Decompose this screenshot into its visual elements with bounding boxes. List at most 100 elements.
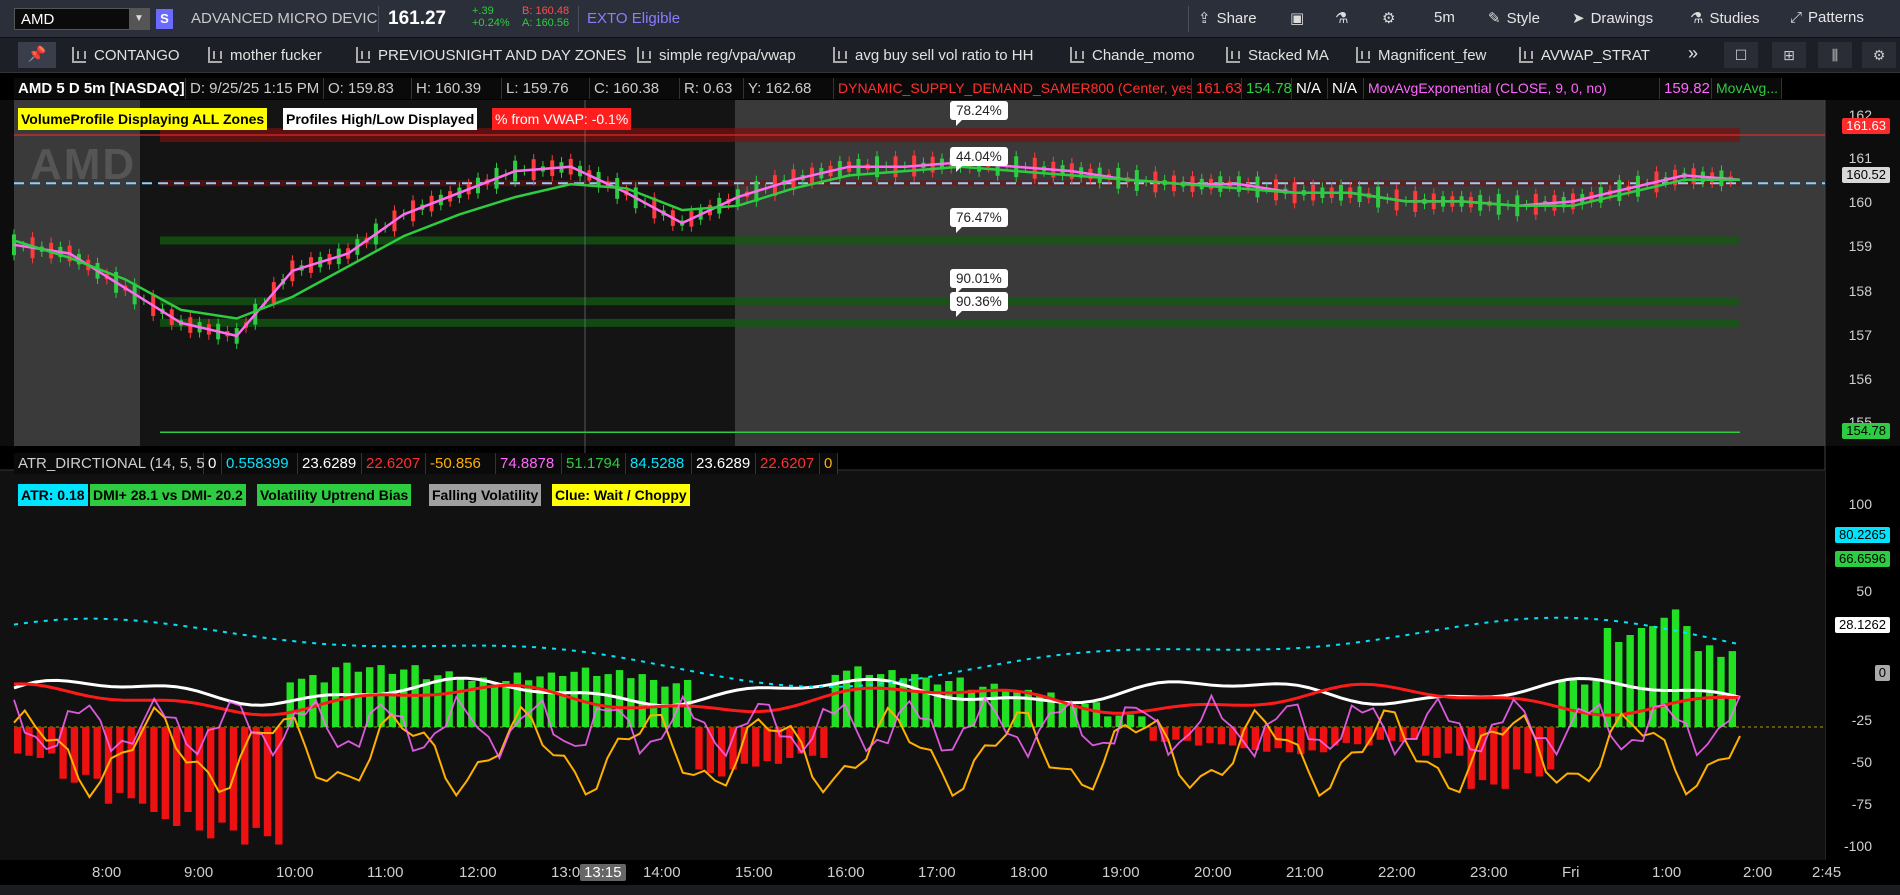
price-label-161-63: 161.63 [1842, 118, 1890, 134]
atr-histogram-bar [1501, 727, 1509, 789]
atr-histogram-bar [638, 674, 646, 727]
settings-button[interactable]: ⚙ [1382, 9, 1401, 27]
study-label: mother fucker [230, 47, 322, 64]
atr-val-2: 23.6289 [298, 453, 362, 474]
study-chande[interactable]: Chande_momo [1070, 47, 1195, 64]
style-button[interactable]: ✎ Style [1488, 9, 1540, 27]
grid-icon: ▣ [1290, 10, 1305, 27]
settings-icon[interactable]: ⚙ [1862, 42, 1896, 68]
lab-button[interactable]: ⚗ [1335, 9, 1354, 27]
atr-histogram-bar [1592, 681, 1600, 727]
atr-histogram-bar [763, 727, 771, 761]
study-label: PREVIOUSNIGHT AND DAY ZONES [378, 47, 627, 64]
supply-demand-study: DYNAMIC_SUPPLY_DEMAND_SAMER800 (Center, … [834, 78, 1192, 99]
study-avg-buy-sell[interactable]: avg buy sell vol ratio to HH [833, 47, 1033, 64]
flexible-grid-button[interactable]: ▣ [1290, 9, 1310, 27]
study-avwap[interactable]: AVWAP_STRAT [1519, 47, 1650, 64]
symbol-dropdown-icon[interactable]: ▼ [129, 9, 149, 29]
atr-val-4: -50.856 [426, 453, 496, 474]
atr-histogram-bar [911, 674, 919, 727]
study-icon [1356, 47, 1370, 63]
percent-bubble-1: 78.24% [950, 101, 1008, 126]
atr-histogram-bar [14, 727, 22, 754]
style-icon: ✎ [1488, 10, 1501, 27]
atr-histogram-bar [752, 727, 760, 767]
study-icon [72, 47, 86, 63]
atr-histogram-bar [1490, 727, 1498, 785]
osc-label-80: 80.2265 [1835, 527, 1890, 543]
atr-histogram-bar [979, 686, 987, 727]
drawings-button[interactable]: ➤ Drawings [1572, 9, 1653, 27]
more-studies-button[interactable]: » [1688, 43, 1698, 64]
study-simple-reg[interactable]: simple reg/vpa/vwap [637, 47, 796, 64]
atr-val-9: 22.6207 [756, 453, 820, 474]
study-stacked-ma[interactable]: Stacked MA [1226, 47, 1329, 64]
atr-histogram-bar [1353, 727, 1362, 745]
single-layout-icon[interactable]: ☐ [1724, 42, 1758, 68]
atr-histogram-bar [1512, 727, 1521, 770]
mavg-study: MovAvgExponential (CLOSE, 9, 0, no) [1364, 78, 1660, 99]
atr-histogram-bar [842, 670, 851, 727]
atr-val-0: 0 [204, 453, 222, 474]
study-label: Magnificent_few [1378, 47, 1487, 64]
timeframe-button[interactable]: 5m [1434, 9, 1455, 26]
time-label-11: 18:00 [1010, 864, 1048, 881]
atr-histogram-bar [581, 667, 590, 727]
atr-histogram-bar [1206, 727, 1214, 743]
time-label-10: 17:00 [918, 864, 956, 881]
sd-value-2: 154.78 [1242, 78, 1292, 99]
pin-icon[interactable]: 📌 [18, 42, 56, 68]
profiles-badge: Profiles High/Low Displayed [283, 108, 478, 130]
s-badge[interactable]: S [156, 9, 173, 29]
atr-histogram-bar [1319, 727, 1328, 753]
atr-pane-bg [0, 470, 1825, 860]
percent-bubble-4: 90.01% [950, 269, 1008, 294]
atr-histogram-bar [331, 667, 340, 727]
na-value-1: N/A [1292, 78, 1328, 99]
study-magnificent[interactable]: Magnificent_few [1356, 47, 1486, 64]
bars-icon[interactable]: ⫼ [1818, 42, 1852, 68]
atr-pane [0, 469, 1825, 860]
atr-histogram-bar [1149, 727, 1157, 741]
study-label: Chande_momo [1092, 47, 1195, 64]
time-label-14: 21:00 [1286, 864, 1324, 881]
study-label: simple reg/vpa/vwap [659, 47, 796, 64]
atr-histogram-bar [1376, 727, 1384, 740]
cursor-time-label: 13:15 [580, 864, 626, 881]
study-icon [1070, 47, 1084, 63]
mavg-value: 159.82 [1660, 78, 1712, 99]
atr-study-title: ATR_DIRCTIONAL (14, 5, 5) [14, 453, 210, 474]
atr-histogram-bar [161, 727, 169, 819]
na-value-2: N/A [1328, 78, 1364, 99]
bottom-status-strip [0, 885, 1900, 895]
bias-badge: Volatility Uptrend Bias [257, 484, 412, 506]
axis-157: 157 [1848, 327, 1872, 343]
percent-bubble-3: 76.47% [950, 208, 1008, 233]
price-label-154-78: 154.78 [1842, 423, 1890, 439]
study-label: avg buy sell vol ratio to HH [855, 47, 1034, 64]
flask-icon: ⚗ [1690, 10, 1704, 27]
study-prevnight[interactable]: PREVIOUSNIGHT AND DAY ZONES [356, 47, 626, 64]
study-contango[interactable]: CONTANGO [72, 47, 180, 64]
atr-histogram-bar [1581, 684, 1589, 727]
atr-histogram-bar [127, 727, 135, 799]
percent-bubble-5: 90.36% [950, 292, 1008, 317]
atr-val-5: 74.8878 [496, 453, 562, 474]
atr-histogram-bar [945, 681, 953, 727]
studies-label: Studies [1709, 10, 1760, 27]
time-label-8: 15:00 [735, 864, 773, 881]
studies-button[interactable]: ⚗ Studies [1690, 9, 1760, 27]
axis-160: 160 [1848, 194, 1872, 210]
bar-date: D: 9/25/25 1:15 PM [186, 78, 324, 99]
price-change-pct: +0.24% [472, 17, 510, 29]
atr-histogram-bar [25, 727, 33, 756]
top-toolbar: AMD ▼ S ADVANCED MICRO DEVIC 161.27 +.39 … [0, 0, 1900, 38]
atr-histogram-bar [888, 670, 896, 727]
symbol-input[interactable]: AMD ▼ [14, 8, 150, 30]
patterns-button[interactable]: ⤢ Patterns [1790, 9, 1864, 26]
time-label-5: 13:0 [551, 864, 581, 881]
atr-histogram-bar [218, 727, 226, 823]
share-button[interactable]: ⇪ Share [1198, 9, 1257, 27]
grid-layout-icon[interactable]: ⊞ [1772, 42, 1806, 68]
study-mother[interactable]: mother fucker [208, 47, 322, 64]
